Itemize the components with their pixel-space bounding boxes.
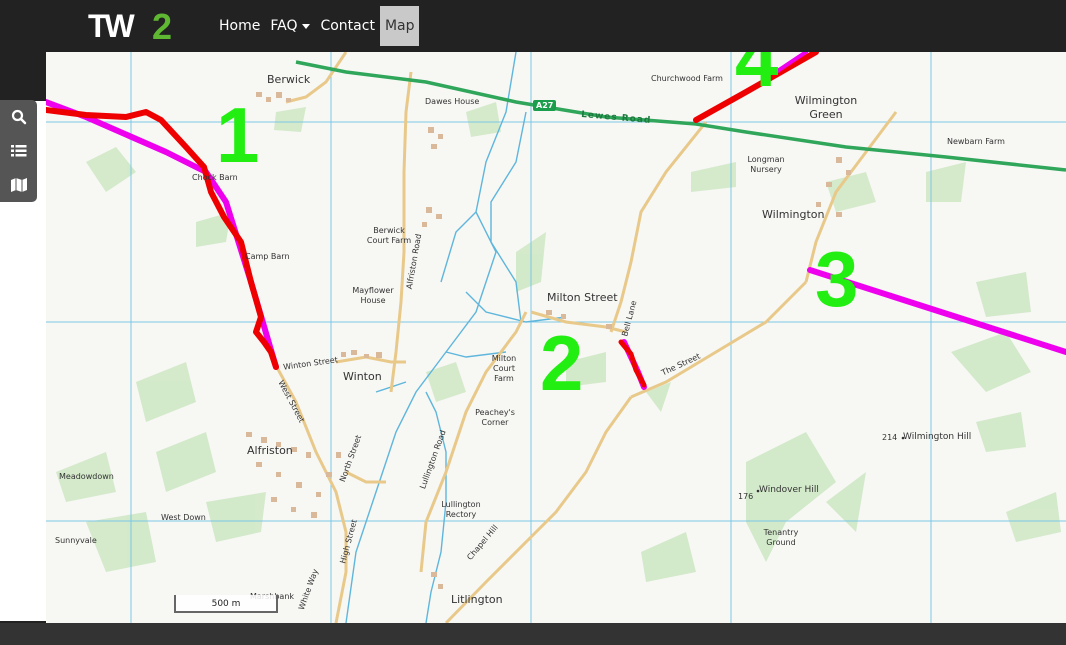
nav-home-label: Home (219, 18, 261, 34)
route-number-3: 3 (815, 235, 859, 323)
nav-home[interactable]: Home (214, 6, 265, 46)
nav-faq-label: FAQ (270, 18, 298, 34)
place-windover-hill: Windover Hill (759, 485, 819, 495)
road-shield-a27: A27 (533, 100, 557, 111)
route-number-1: 1 (216, 91, 260, 179)
map-toolbar (0, 100, 37, 202)
place-wilmington-green: Wilmington Green (794, 94, 858, 121)
scale-bar: 500 m (174, 595, 278, 613)
place-lullington-rectory: Lullington Rectory (441, 500, 481, 519)
spot-height-214: 214 (882, 433, 898, 442)
nav-map-label: Map (384, 18, 415, 34)
place-sunnyvale: Sunnyvale (55, 536, 97, 545)
place-peacheys-corner: Peachey's Corner (475, 408, 515, 427)
nav-faq-dropdown[interactable]: FAQ (265, 6, 315, 46)
place-wilmington-hill: Wilmington Hill (903, 432, 972, 442)
place-alfriston: Alfriston (247, 444, 293, 457)
place-wilmington: Wilmington (762, 208, 825, 221)
place-milton-street: Milton Street (547, 291, 618, 304)
place-litlington: Litlington (451, 593, 503, 606)
nav-contact-label: Contact (320, 18, 375, 34)
footer-bar (0, 623, 1066, 645)
list-icon (10, 145, 26, 157)
place-winton: Winton (343, 370, 382, 383)
route-number-2: 2 (540, 319, 584, 407)
place-berwick: Berwick (267, 73, 311, 86)
nav-contact[interactable]: Contact (315, 6, 379, 46)
caret-down-icon (302, 23, 311, 29)
place-milton-court-farm: Milton Court Farm (491, 354, 517, 383)
place-tenantry-ground: Tenantry Ground (763, 528, 799, 547)
list-button[interactable] (0, 134, 37, 168)
map-canvas[interactable]: A27 Lewes Road Berwick Dawes House Churc… (46, 52, 1066, 623)
main-nav: Home FAQ Contact Map (214, 0, 420, 52)
place-longman-nursery: Longman Nursery (747, 155, 785, 174)
route-number-4: 4 (735, 52, 779, 103)
place-berwick-court-farm: Berwick Court Farm (366, 226, 412, 245)
svg-text:2: 2 (152, 8, 172, 44)
place-west-down: West Down (161, 513, 206, 522)
top-navbar: TW 2 Home FAQ Contact Map (0, 0, 1066, 52)
place-dawes-house: Dawes House (425, 97, 480, 106)
map-icon (10, 178, 27, 192)
place-mayflower-house: Mayflower House (352, 286, 394, 305)
place-meadowdown: Meadowdown (59, 472, 114, 481)
search-icon (11, 109, 26, 125)
place-camp-barn: Camp Barn (245, 252, 290, 261)
svg-text:TW: TW (88, 8, 136, 44)
site-logo[interactable]: TW 2 (86, 6, 206, 47)
search-button[interactable] (0, 100, 37, 134)
map-layers-button[interactable] (0, 168, 37, 202)
nav-map[interactable]: Map (379, 6, 420, 46)
place-newbarn-farm: Newbarn Farm (947, 137, 1005, 146)
spot-height-176: 176 (738, 492, 754, 501)
place-churchwood-farm: Churchwood Farm (651, 74, 723, 83)
